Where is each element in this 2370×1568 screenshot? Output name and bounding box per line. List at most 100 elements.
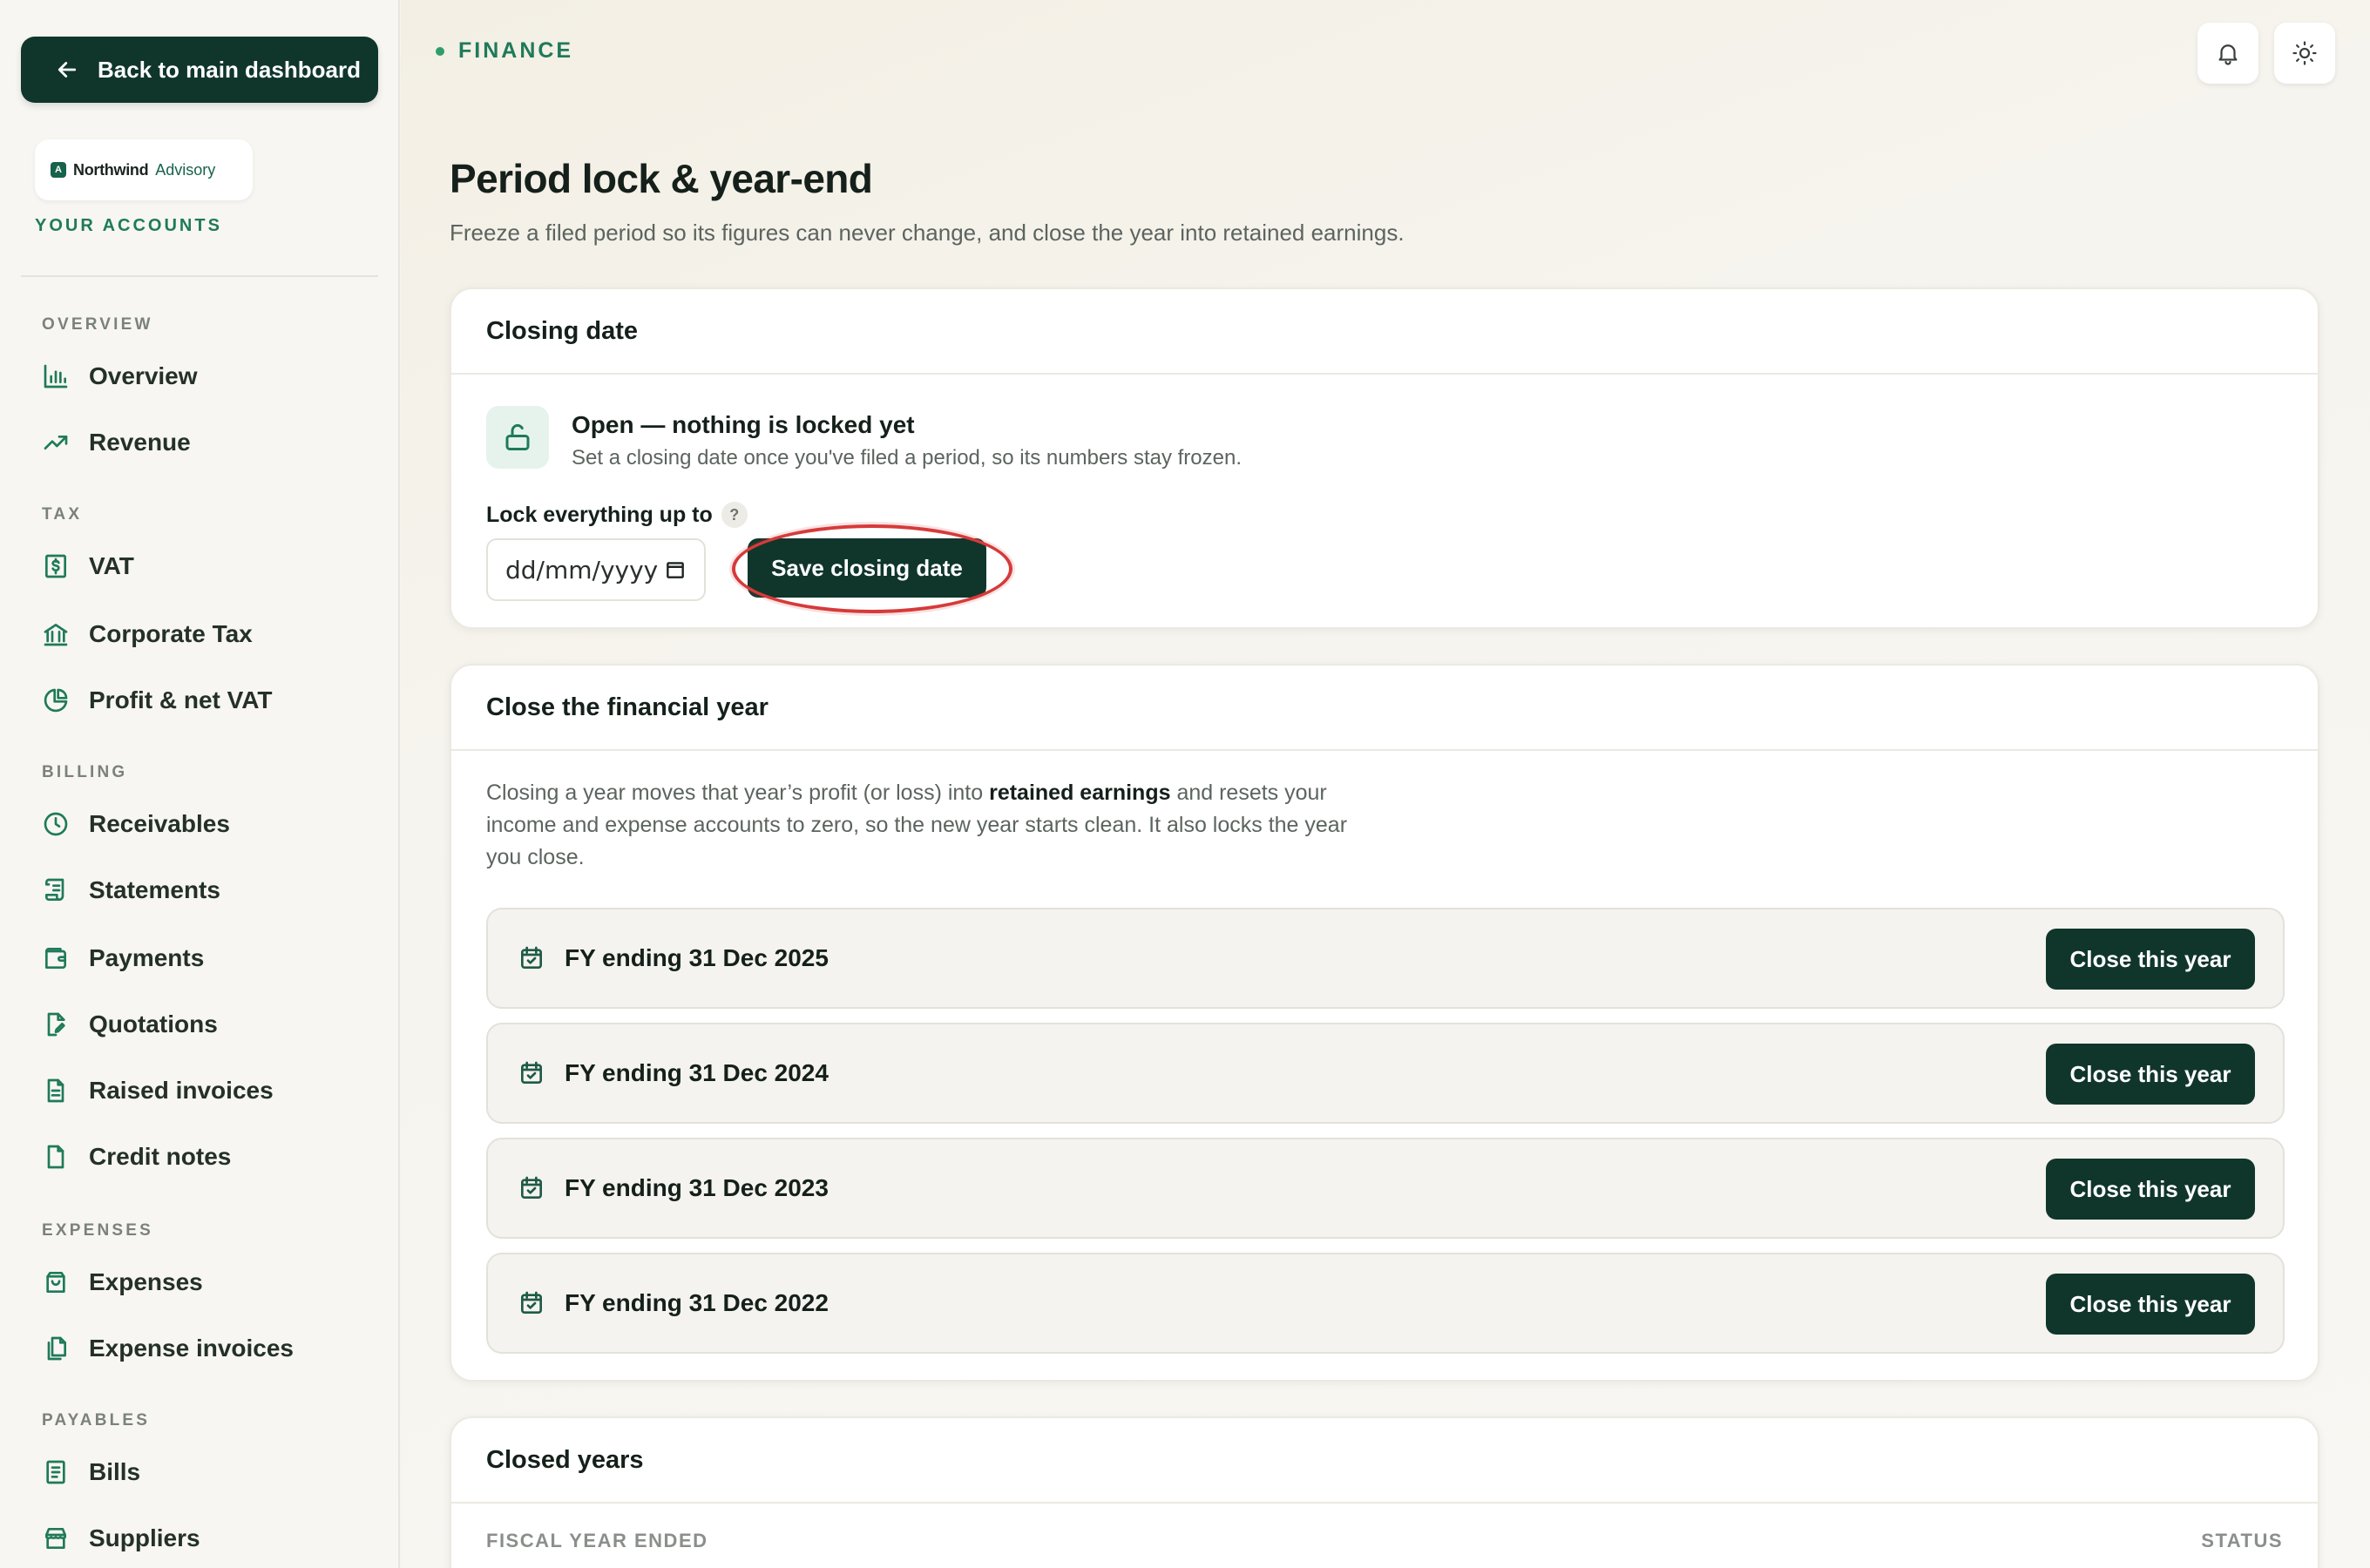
fiscal-year-row: FY ending 31 Dec 2022 Close this year [486,1253,2285,1354]
close-financial-year-card: Close the financial year Closing a year … [450,664,2319,1382]
theme-toggle-button[interactable] [2274,23,2335,84]
sidebar-item-label: Corporate Tax [89,620,253,647]
section-label-payables: PAYABLES [42,1411,151,1429]
close-year-button[interactable]: Close this year [2046,1044,2255,1105]
sidebar-item-label: Overview [89,362,198,389]
sidebar-item-profit-net-vat[interactable]: Profit & net VAT [42,674,273,727]
sun-icon [2292,41,2317,65]
close-year-intro: Closing a year moves that year’s profit … [486,777,1375,874]
fiscal-year-row: FY ending 31 Dec 2024 Close this year [486,1023,2285,1124]
fiscal-year-row: FY ending 31 Dec 2025 Close this year [486,908,2285,1009]
sidebar-item-label: Quotations [89,1010,218,1037]
brand-name: Northwind [73,160,149,179]
fiscal-year-label: FY ending 31 Dec 2022 [565,1289,829,1316]
bar-chart-icon [44,364,68,389]
sidebar-item-bills[interactable]: Bills [42,1446,140,1498]
calendar-picker-icon[interactable] [664,558,687,581]
section-label-billing: BILLING [42,763,128,781]
lock-label-text: Lock everything up to [486,502,713,527]
calendar-check-icon [521,1061,542,1084]
page-title: Period lock & year-end [450,156,873,201]
closing-date-heading: Closing date [451,289,2318,375]
fiscal-year-label: FY ending 31 Dec 2023 [565,1174,829,1201]
sidebar-item-label: Suppliers [89,1524,200,1551]
column-header-fiscal-year: FISCAL YEAR ENDED [486,1530,708,1551]
intro-text-bold: retained earnings [989,781,1171,805]
lock-status: Open — nothing is locked yet Set a closi… [486,406,1242,470]
unlock-icon [505,423,530,450]
lock-status-description: Set a closing date once you've filed a p… [572,446,1243,470]
sidebar-item-label: Payments [89,944,205,971]
sidebar-item-label: Raised invoices [89,1077,274,1104]
receipt-dollar-icon [45,554,66,578]
bank-icon [44,624,68,646]
sidebar-item-statements[interactable]: Statements [42,864,220,916]
store-icon [45,1528,66,1549]
sidebar-item-label: Expense invoices [89,1335,295,1362]
breadcrumb-label: FINANCE [458,38,574,63]
date-placeholder: dd/mm/yyyy [505,555,659,585]
sidebar-item-label: Revenue [89,429,191,456]
sidebar-item-raised-invoices[interactable]: Raised invoices [42,1064,274,1117]
sidebar-item-overview[interactable]: Overview [42,350,198,402]
sidebar-item-label: Expenses [89,1268,203,1295]
close-year-button[interactable]: Close this year [2046,929,2255,990]
arrow-left-icon [58,62,77,78]
sidebar-item-label: Statements [89,876,220,903]
main-content: FINANCE Period lock & year-end Freeze a … [401,0,2370,1568]
sidebar-item-label: Bills [89,1458,141,1485]
shopping-bag-icon [46,1272,65,1293]
section-label-tax: TAX [42,505,83,524]
bell-icon [2218,44,2238,65]
fiscal-year-label: FY ending 31 Dec 2024 [565,1059,829,1086]
closed-years-heading: Closed years [451,1418,2318,1504]
help-icon[interactable]: ? [721,502,748,528]
back-label: Back to main dashboard [98,56,361,83]
your-accounts-link[interactable]: YOUR ACCOUNTS [35,216,222,236]
close-year-heading: Close the financial year [451,666,2318,751]
save-closing-date-button[interactable]: Save closing date [748,538,986,598]
lock-field-label: Lock everything up to ? [486,502,748,528]
closing-date-card: Closing date Open — nothing is locked ye… [450,287,2319,629]
sidebar-item-expenses[interactable]: Expenses [42,1256,203,1308]
file-edit-icon [47,1012,65,1037]
notifications-button[interactable] [2197,23,2258,84]
sidebar-item-revenue[interactable]: Revenue [42,416,191,469]
close-year-button[interactable]: Close this year [2046,1274,2255,1335]
sidebar-divider [21,275,378,277]
calendar-check-icon [521,1291,542,1314]
wallet-icon [45,948,66,969]
file-text-icon [47,1078,64,1103]
section-label-overview: OVERVIEW [42,315,153,334]
brand-sub: Advisory [155,160,216,179]
sidebar: Back to main dashboard A Northwind Advis… [0,0,400,1568]
sidebar-item-receivables[interactable]: Receivables [42,798,230,850]
sidebar-item-label: VAT [89,552,134,579]
sidebar-item-credit-notes[interactable]: Credit notes [42,1131,231,1183]
fiscal-year-label: FY ending 31 Dec 2025 [565,944,829,971]
sidebar-item-corporate-tax[interactable]: Corporate Tax [42,608,253,660]
brand-logo[interactable]: A Northwind Advisory [35,139,253,200]
file-icon [47,1145,64,1169]
sidebar-item-expense-invoices[interactable]: Expense invoices [42,1322,294,1375]
sidebar-item-vat[interactable]: VAT [42,540,134,592]
files-icon [47,1336,66,1361]
close-year-button[interactable]: Close this year [2046,1159,2255,1220]
unlock-badge [486,406,549,469]
brand-mark-icon: A [51,162,66,178]
closed-years-card: Closed years FISCAL YEAR ENDED STATUS [450,1416,2319,1568]
closing-date-input[interactable]: dd/mm/yyyy [486,538,706,601]
sidebar-item-suppliers[interactable]: Suppliers [42,1512,200,1565]
column-header-status: STATUS [2201,1530,2283,1551]
sidebar-item-label: Profit & net VAT [89,686,273,713]
page-subtitle: Freeze a filed period so its figures can… [450,220,1405,246]
calendar-check-icon [521,1176,542,1199]
scroll-icon [45,878,64,901]
back-to-dashboard-button[interactable]: Back to main dashboard [21,37,378,103]
sidebar-item-quotations[interactable]: Quotations [42,998,218,1051]
breadcrumb-dot [436,46,444,56]
sidebar-item-payments[interactable]: Payments [42,932,204,984]
pie-chart-icon [44,688,68,713]
intro-text-pre: Closing a year moves that year’s profit … [486,781,990,805]
lock-status-title: Open — nothing is locked yet [572,411,915,438]
